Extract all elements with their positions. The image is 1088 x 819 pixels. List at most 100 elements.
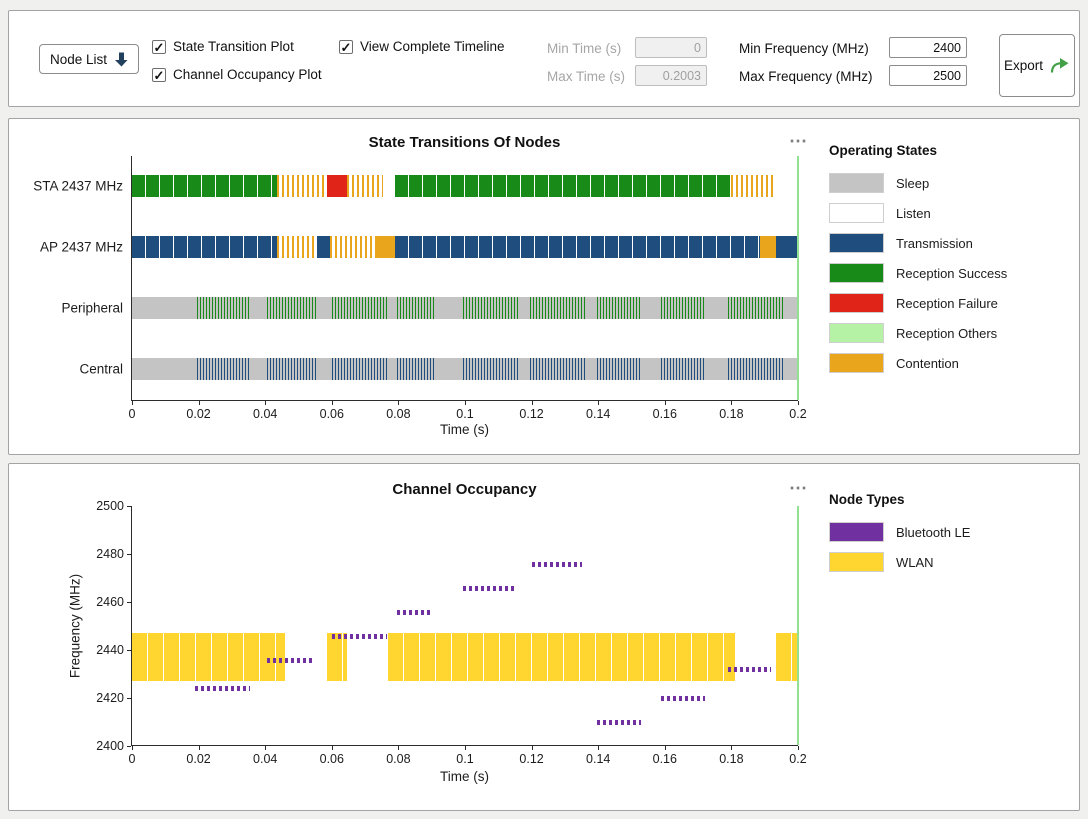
max-time-label: Max Time (s) (547, 69, 625, 84)
legend-label: Reception Others (896, 326, 997, 341)
occupancy-chart-plot-area: 00.020.040.060.080.10.120.140.160.180.22… (131, 506, 798, 746)
y-tick (127, 602, 131, 603)
wlan-occupancy-block (776, 633, 798, 681)
legend-item: Reception Failure (829, 288, 1073, 318)
x-tick (199, 401, 200, 405)
checkbox-view-complete-timeline[interactable]: ✓ View Complete Timeline (339, 39, 505, 54)
legend-swatch (829, 203, 884, 223)
x-tick (665, 401, 666, 405)
x-tick-label: 0.2 (789, 407, 806, 421)
ble-occupancy-dashes (267, 658, 314, 663)
axes-options-button[interactable]: ⋯ (775, 131, 821, 152)
wlan-occupancy-block (132, 633, 285, 681)
x-tick-label: 0.12 (519, 407, 543, 421)
x-tick-label: 0.08 (386, 407, 410, 421)
ble-occupancy-dashes (195, 686, 250, 691)
ble-occupancy-dashes (397, 610, 434, 615)
state-segment-transmission (395, 236, 760, 258)
ble-occupancy-dashes (463, 586, 515, 591)
x-tick-label: 0.14 (586, 407, 610, 421)
export-label: Export (1004, 58, 1043, 73)
export-button[interactable]: Export (999, 34, 1075, 97)
ble-occupancy-dashes (661, 696, 704, 701)
legend-swatch (829, 293, 884, 313)
legend-label: Bluetooth LE (896, 525, 970, 540)
state-segment-contention (277, 175, 327, 197)
y-tick (127, 506, 131, 507)
max-frequency-label: Max Frequency (MHz) (739, 69, 873, 84)
toolbar-panel: Node List ✓ State Transition Plot ✓ Chan… (8, 10, 1080, 107)
wlan-occupancy-block (327, 633, 347, 681)
legend-item: Contention (829, 348, 1073, 378)
checkbox-channel-occupancy-plot[interactable]: ✓ Channel Occupancy Plot (152, 67, 322, 82)
checkbox-checked-icon: ✓ (152, 68, 166, 82)
x-tick (265, 401, 266, 405)
y-tick-label: 2400 (96, 739, 124, 753)
legend-item: Listen (829, 198, 1073, 228)
state-segment-transmission (317, 236, 330, 258)
y-tick (127, 650, 131, 651)
occupancy-chart-ylabel: Frequency (MHz) (68, 574, 83, 678)
checkbox-label: Channel Occupancy Plot (173, 67, 322, 82)
node-row-label: STA 2437 MHz (33, 179, 123, 194)
min-frequency-input[interactable] (889, 37, 967, 58)
app-window: Node List ✓ State Transition Plot ✓ Chan… (0, 0, 1088, 819)
state-segment-rx_success (397, 297, 435, 319)
axes-options-button[interactable]: ⋯ (775, 478, 821, 499)
x-tick-label: 0.06 (320, 752, 344, 766)
legend-swatch (829, 173, 884, 193)
x-tick (731, 401, 732, 405)
state-segment-transmission (661, 358, 704, 380)
occupancy-chart-title: Channel Occupancy (131, 481, 798, 498)
state-segment-rx_success (197, 297, 250, 319)
legend-label: Sleep (896, 176, 929, 191)
legend-swatch (829, 233, 884, 253)
node-row-label: Central (79, 362, 123, 377)
time-cursor-line (797, 156, 799, 400)
x-tick-label: 0.08 (386, 752, 410, 766)
legend-swatch (829, 522, 884, 542)
legend-label: Listen (896, 206, 931, 221)
x-tick (398, 401, 399, 405)
node-list-label: Node List (50, 52, 107, 67)
ble-occupancy-dashes (728, 667, 771, 672)
min-time-label: Min Time (s) (547, 41, 621, 56)
state-segment-transmission (463, 358, 518, 380)
operating-states-legend: Operating States SleepListenTransmission… (829, 143, 1073, 378)
x-tick-label: 0.04 (253, 407, 277, 421)
x-tick (398, 746, 399, 750)
legend-label: Transmission (896, 236, 973, 251)
x-tick (332, 401, 333, 405)
x-tick (199, 746, 200, 750)
ble-occupancy-dashes (597, 720, 642, 725)
state-chart-plot-area: STA 2437 MHzAP 2437 MHzPeripheralCentral… (131, 156, 798, 401)
max-frequency-input[interactable] (889, 65, 967, 86)
max-time-input (635, 65, 707, 86)
x-tick-label: 0 (129, 752, 136, 766)
time-cursor-line (797, 506, 799, 745)
state-segment-rx_success (463, 297, 518, 319)
x-tick-label: 0.16 (653, 752, 677, 766)
node-row-label: Peripheral (61, 301, 123, 316)
legend-label: WLAN (896, 555, 934, 570)
state-segment-rx_success (530, 297, 585, 319)
node-list-button[interactable]: Node List (39, 44, 139, 74)
x-tick-label: 0.06 (320, 407, 344, 421)
x-tick-label: 0.2 (789, 752, 806, 766)
x-tick-label: 0 (129, 407, 136, 421)
state-chart-xlabel: Time (s) (131, 422, 798, 437)
down-arrow-icon (115, 52, 128, 67)
checkbox-state-transition-plot[interactable]: ✓ State Transition Plot (152, 39, 294, 54)
state-segment-rx_success (661, 297, 704, 319)
x-tick (332, 746, 333, 750)
state-segment-contention (347, 175, 384, 197)
legend-item: Bluetooth LE (829, 517, 1073, 547)
state-segment-transmission (267, 358, 319, 380)
y-tick (127, 698, 131, 699)
legend-swatch (829, 263, 884, 283)
legend-label: Reception Success (896, 266, 1007, 281)
x-tick (465, 746, 466, 750)
legend-item: Reception Others (829, 318, 1073, 348)
y-tick-label: 2500 (96, 499, 124, 513)
x-tick-label: 0.02 (186, 752, 210, 766)
